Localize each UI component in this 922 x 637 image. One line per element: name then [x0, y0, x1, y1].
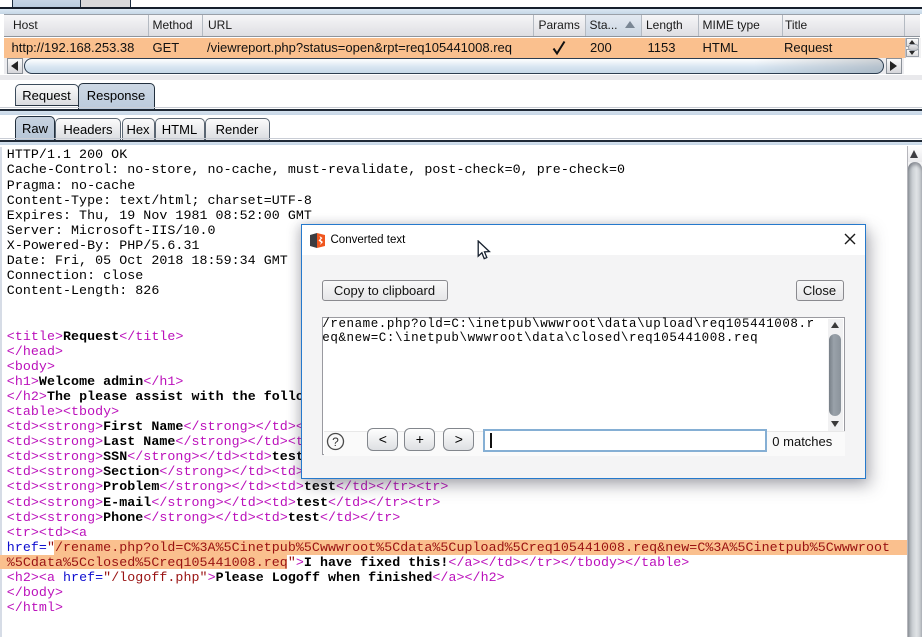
svg-text:?: ?	[332, 435, 339, 449]
